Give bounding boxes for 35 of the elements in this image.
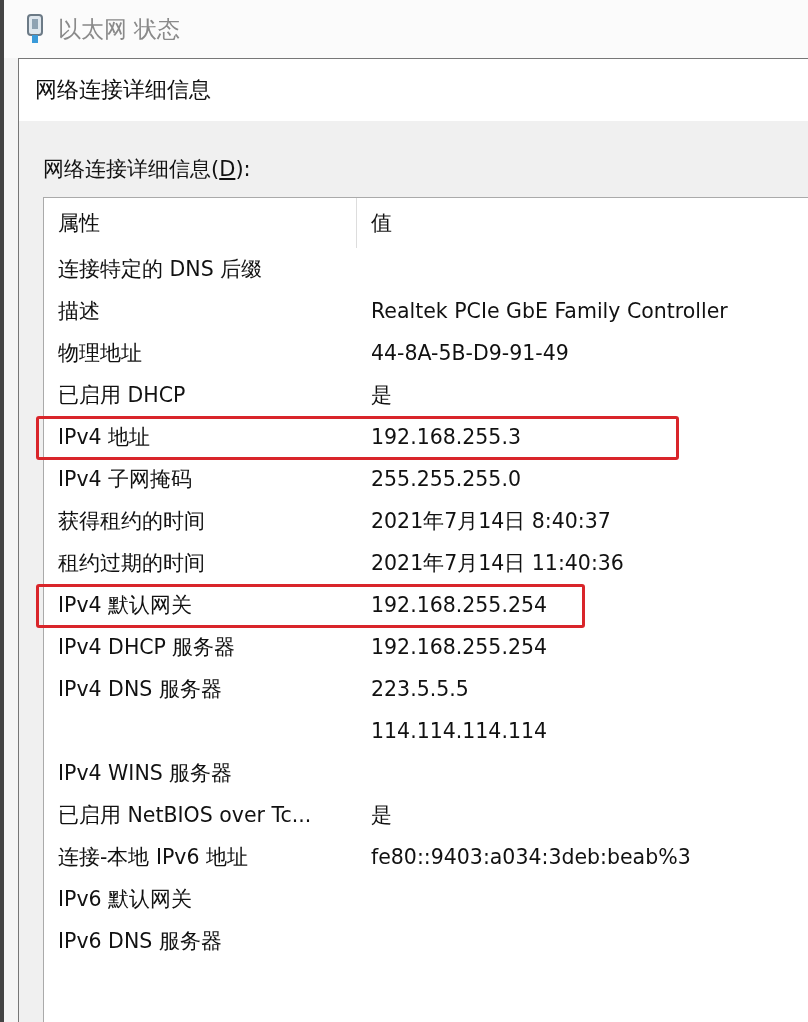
property-name: 物理地址 (58, 341, 142, 365)
property-name: 获得租约的时间 (58, 509, 205, 533)
property-name: 已启用 DHCP (58, 383, 186, 407)
property-name: IPv4 WINS 服务器 (58, 761, 233, 785)
network-adapter-icon (26, 14, 44, 44)
dialog-title: 网络连接详细信息 (35, 76, 211, 104)
property-value: 44-8A-5B-D9-91-49 (371, 341, 569, 365)
property-value: fe80::9403:a034:3deb:beab%3 (371, 845, 691, 869)
property-name: IPv6 默认网关 (58, 887, 193, 911)
property-value: 2021年7月14日 8:40:37 (371, 509, 611, 533)
property-value: 114.114.114.114 (371, 719, 548, 743)
column-header[interactable]: 值 (371, 211, 392, 235)
property-name: IPv4 地址 (58, 425, 151, 449)
property-name: IPv4 子网掩码 (58, 467, 193, 491)
list-label: 网络连接详细信息(D): (43, 156, 252, 183)
column-header[interactable]: 属性 (58, 209, 100, 237)
property-value: 192.168.255.254 (371, 635, 548, 659)
property-name: 租约过期的时间 (58, 551, 205, 575)
property-name: IPv4 DNS 服务器 (58, 677, 222, 701)
property-value: 223.5.5.5 (371, 677, 469, 701)
property-name: IPv6 DNS 服务器 (58, 929, 222, 953)
property-value: Realtek PCIe GbE Family Controller (371, 299, 728, 323)
property-value: 255.255.255.0 (371, 467, 521, 491)
property-name: IPv4 DHCP 服务器 (58, 635, 236, 659)
property-name: IPv4 默认网关 (58, 593, 193, 617)
property-value: 192.168.255.254 (371, 593, 548, 617)
property-value: 192.168.255.3 (371, 425, 521, 449)
property-value: 是 (371, 803, 392, 827)
property-value: 2021年7月14日 11:40:36 (371, 551, 624, 575)
window-title: 以太网 状态 (58, 14, 181, 44)
property-name: 连接-本地 IPv6 地址 (58, 845, 248, 869)
property-name: 已启用 NetBIOS over Tc... (58, 803, 312, 827)
property-name: 描述 (58, 299, 100, 323)
property-value: 是 (371, 383, 392, 407)
property-name: 连接特定的 DNS 后缀 (58, 257, 263, 281)
